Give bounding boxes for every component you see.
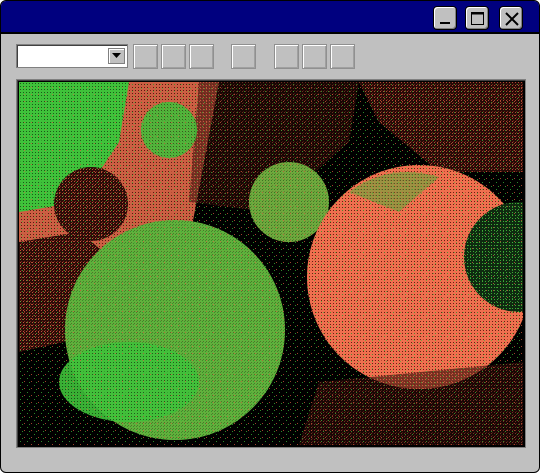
title-bar[interactable] xyxy=(1,1,539,34)
tool-button-2[interactable] xyxy=(161,44,186,69)
close-button[interactable] xyxy=(499,6,523,30)
tool-button-4[interactable] xyxy=(231,44,256,69)
tool-button-5[interactable] xyxy=(274,44,299,69)
toolbar xyxy=(1,36,539,76)
maximize-button[interactable] xyxy=(465,6,489,30)
circles-artwork xyxy=(19,82,523,445)
tool-button-1[interactable] xyxy=(133,44,158,69)
drawing-canvas[interactable] xyxy=(16,79,526,448)
minimize-icon xyxy=(440,22,450,24)
pattern-dropdown[interactable] xyxy=(16,44,128,68)
tool-button-3[interactable] xyxy=(189,44,214,69)
tool-button-6[interactable] xyxy=(302,44,327,69)
chevron-down-icon xyxy=(112,53,121,58)
dropdown-arrow-button[interactable] xyxy=(108,48,125,64)
tool-button-7[interactable] xyxy=(330,44,355,69)
minimize-button[interactable] xyxy=(433,6,457,30)
close-icon xyxy=(505,12,519,26)
maximize-icon xyxy=(471,12,484,25)
app-window xyxy=(0,0,540,473)
